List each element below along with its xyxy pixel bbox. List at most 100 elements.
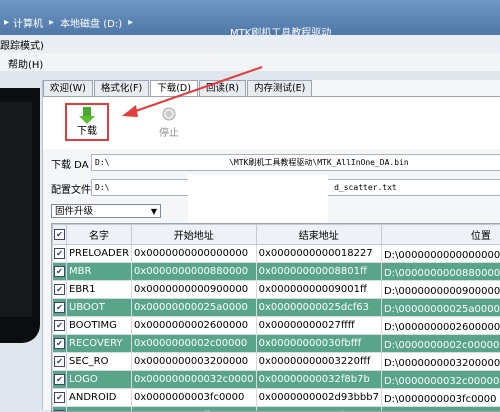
row-checkbox[interactable]: ✔ bbox=[53, 317, 67, 335]
row-checkbox[interactable]: ✔ bbox=[53, 263, 67, 281]
table-row[interactable]: ✔BOOTIMG0x00000000026000000x00000000027f… bbox=[53, 317, 500, 335]
checkbox-checked-icon[interactable]: ✔ bbox=[54, 248, 65, 259]
row-location: D:\00000000025a0000 0x0000\刷机包\ bbox=[381, 299, 500, 317]
header-name: 名字 bbox=[67, 225, 132, 245]
breadcrumb-disk[interactable]: 本地磁盘 (D:) bbox=[60, 15, 122, 30]
scatter-label: 配置文件 bbox=[51, 181, 91, 196]
partition-table: ✔ 名字 开始地址 结束地址 位置 ✔PRELOADER0x0000000000… bbox=[51, 223, 500, 412]
phone-image bbox=[0, 88, 40, 343]
row-end-address: 0x00000000003220fff bbox=[256, 353, 381, 371]
header-check[interactable]: ✔ bbox=[53, 225, 67, 245]
row-location: D:\0000000032c00000 0x0000\刷机包\ bbox=[381, 371, 500, 389]
row-checkbox[interactable]: ✔ bbox=[53, 371, 67, 389]
redacted-area bbox=[188, 175, 328, 223]
table-row[interactable]: ✔EBR10x00000000009000000x00000000009001f… bbox=[53, 281, 500, 299]
checkbox-checked-icon[interactable]: ✔ bbox=[54, 284, 65, 295]
checkbox-checked-icon[interactable]: ✔ bbox=[54, 356, 65, 367]
download-agent-field[interactable]: D:\ \MTK刷机工具教程驱动\MTK_AllInOne_DA.bin bbox=[91, 154, 500, 171]
main-panel: 欢迎(W) 格式化(F) 下载(D) 回读(R) 内存测试(E) 下载 停止 下… bbox=[42, 80, 500, 410]
checkbox-checked-icon[interactable]: ✔ bbox=[54, 374, 65, 385]
row-end-address: 0x0000000000018227 bbox=[256, 245, 381, 263]
checkbox-checked-icon[interactable]: ✔ bbox=[54, 338, 65, 349]
row-name: ANDROID bbox=[67, 389, 132, 407]
table-row[interactable]: ✔MBR0x00000000008800000x00000000008801ff… bbox=[53, 263, 500, 281]
table-row[interactable]: ✔LOGO0x000000000032c00000x00000000032f8b… bbox=[53, 371, 500, 389]
row-end-address: 0x00000000027ffff bbox=[256, 317, 381, 335]
table-row[interactable]: ✔PRELOADER0x00000000000000000x0000000000… bbox=[53, 245, 500, 263]
checkbox-checked-icon[interactable]: ✔ bbox=[54, 302, 65, 313]
check-all-checkbox[interactable]: ✔ bbox=[54, 229, 65, 240]
row-end-address: 0x00000000303ba0e7 bbox=[256, 407, 381, 412]
table-row[interactable]: ✔RECOVERY0x0000000002c000000x00000000030… bbox=[53, 335, 500, 353]
stop-icon bbox=[162, 107, 176, 121]
row-start-address: 0x0000000000000000 bbox=[132, 245, 257, 263]
row-location bbox=[381, 407, 500, 412]
download-agent-label: 下载 DA bbox=[51, 156, 89, 171]
row-checkbox[interactable]: ✔ bbox=[53, 281, 67, 299]
row-start-address: 0x000000002fbc0000 bbox=[132, 407, 257, 412]
tab-readback[interactable]: 回读(R) bbox=[199, 80, 246, 96]
download-label: 下载 bbox=[67, 122, 107, 137]
address-bar: ▸ 计算机 ▸ 本地磁盘 (D:) ▸ MTK刷机工具教程驱动 bbox=[0, 0, 500, 35]
tab-format[interactable]: 格式化(F) bbox=[94, 80, 149, 96]
tab-memory-test[interactable]: 内存测试(E) bbox=[247, 80, 312, 96]
row-name: EBR1 bbox=[67, 281, 132, 299]
chevron-down-icon: ▼ bbox=[151, 205, 157, 219]
toolbar: 下载 停止 bbox=[43, 96, 500, 149]
row-checkbox[interactable]: ✔ bbox=[53, 245, 67, 263]
row-end-address: 0x00000000025dcf63 bbox=[256, 299, 381, 317]
header-end: 结束地址 bbox=[256, 225, 381, 245]
menu-bar: 帮助(H) bbox=[0, 53, 500, 71]
row-checkbox[interactable]: ✔ bbox=[53, 353, 67, 371]
row-checkbox[interactable]: ✔ bbox=[53, 407, 67, 412]
row-start-address: 0x000000000032c0000 bbox=[132, 371, 257, 389]
stop-label: 停止 bbox=[147, 124, 191, 139]
scatter-path: d_scatter.txt bbox=[334, 183, 397, 192]
row-location: D:\0000000002c00000 0x0000\刷机包\ bbox=[381, 335, 500, 353]
row-name: UBOOT bbox=[67, 299, 132, 317]
breadcrumb-chevron-icon: ▸ bbox=[4, 17, 9, 28]
row-end-address: 0x0000000002d93bbb7 bbox=[256, 389, 381, 407]
mode-select[interactable]: 固件升级 ▼ bbox=[51, 204, 161, 218]
row-name: CACHE bbox=[67, 407, 132, 412]
stop-button[interactable]: 停止 bbox=[147, 103, 191, 141]
tab-bar: 欢迎(W) 格式化(F) 下载(D) 回读(R) 内存测试(E) bbox=[43, 80, 313, 96]
table-row[interactable]: ✔SEC_RO0x00000000032000000x0000000000322… bbox=[53, 353, 500, 371]
row-location: D:\0000000003fc0000 0x0000\刷机包\ bbox=[381, 389, 500, 407]
download-agent-path: \MTK刷机工具教程驱动\MTK_AllInOne_DA.bin bbox=[229, 158, 409, 167]
row-checkbox[interactable]: ✔ bbox=[53, 299, 67, 317]
mode-text: 跟踪模式) bbox=[0, 37, 44, 52]
download-button[interactable]: 下载 bbox=[65, 103, 109, 141]
row-start-address: 0x00000000025a0000 bbox=[132, 299, 257, 317]
table-row[interactable]: ✔ANDROID0x0000000003fc00000x0000000002d9… bbox=[53, 389, 500, 407]
row-name: MBR bbox=[67, 263, 132, 281]
row-name: LOGO bbox=[67, 371, 132, 389]
row-start-address: 0x0000000002c00000 bbox=[132, 335, 257, 353]
checkbox-checked-icon[interactable]: ✔ bbox=[54, 320, 65, 331]
header-location: 位置 bbox=[381, 225, 500, 245]
table-row[interactable]: ✔CACHE0x000000002fbc00000x00000000303ba0… bbox=[53, 407, 500, 412]
breadcrumb-separator-icon: ▸ bbox=[49, 17, 54, 28]
row-name: SEC_RO bbox=[67, 353, 132, 371]
menu-help[interactable]: 帮助(H) bbox=[8, 56, 43, 71]
checkbox-checked-icon[interactable]: ✔ bbox=[54, 266, 65, 277]
row-start-address: 0x0000000000900000 bbox=[132, 281, 257, 299]
row-end-address: 0x00000000032f8b7b bbox=[256, 371, 381, 389]
row-name: BOOTIMG bbox=[67, 317, 132, 335]
row-location: D:\0000000003200000 0x0000\刷机包\ bbox=[381, 353, 500, 371]
breadcrumb-computer[interactable]: 计算机 bbox=[13, 15, 43, 30]
download-agent-prefix: D:\ bbox=[95, 158, 109, 167]
checkbox-checked-icon[interactable]: ✔ bbox=[54, 392, 65, 403]
row-checkbox[interactable]: ✔ bbox=[53, 389, 67, 407]
mode-select-value: 固件升级 bbox=[55, 206, 93, 217]
tab-download[interactable]: 下载(D) bbox=[150, 80, 198, 96]
row-checkbox[interactable]: ✔ bbox=[53, 335, 67, 353]
table-row[interactable]: ✔UBOOT0x00000000025a00000x00000000025dcf… bbox=[53, 299, 500, 317]
tab-welcome[interactable]: 欢迎(W) bbox=[43, 80, 93, 96]
scatter-prefix: D:\ bbox=[95, 183, 109, 192]
row-end-address: 0x00000000008801ff bbox=[256, 263, 381, 281]
row-name: RECOVERY bbox=[67, 335, 132, 353]
row-start-address: 0x0000000003fc0000 bbox=[132, 389, 257, 407]
phone-screen bbox=[0, 102, 32, 317]
row-end-address: 0x00000000009001ff bbox=[256, 281, 381, 299]
